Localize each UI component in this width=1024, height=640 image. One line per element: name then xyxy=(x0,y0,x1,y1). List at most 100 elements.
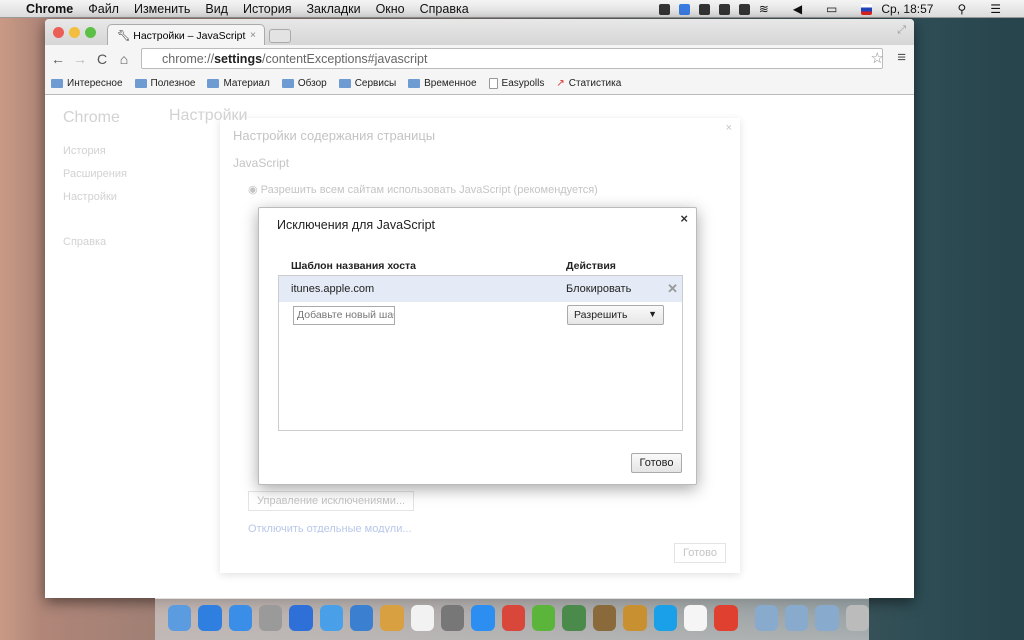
bookmark-folder[interactable]: Интересное xyxy=(51,78,123,89)
done-button[interactable]: Готово xyxy=(631,453,682,473)
radio-allow-js[interactable]: ◉ Разрешить всем сайтам использовать Jav… xyxy=(248,183,598,196)
host-pattern: itunes.apple.com xyxy=(291,283,375,295)
tab-title: Настройки – JavaScript xyxy=(133,30,246,42)
reload-button[interactable]: C xyxy=(93,51,111,67)
nav-history[interactable]: История xyxy=(63,145,106,157)
fullscreen-icon[interactable]: ⤢ xyxy=(897,24,906,37)
exceptions-list: itunes.apple.com Блокировать ✕ Добавьте … xyxy=(278,275,683,431)
dock-app-icon[interactable] xyxy=(532,605,556,631)
close-window-button[interactable] xyxy=(53,27,64,38)
row-action[interactable]: Блокировать xyxy=(566,283,631,295)
bookmark-link[interactable]: ↗ Статистика xyxy=(556,78,621,89)
dock-app-icon[interactable] xyxy=(228,605,253,631)
close-tab-icon[interactable]: × xyxy=(250,29,256,41)
address-bar[interactable]: chrome://settings/contentExceptions#java… xyxy=(141,48,883,69)
status-icon[interactable] xyxy=(738,3,750,15)
folder-icon xyxy=(207,79,220,88)
dock-app-icon[interactable] xyxy=(714,605,738,631)
dock-app-icon[interactable] xyxy=(623,605,647,631)
bookmark-folder[interactable]: Материал xyxy=(207,78,270,89)
dock-app-icon[interactable] xyxy=(653,605,677,631)
chrome-menu-icon[interactable]: ≡ xyxy=(897,49,906,66)
nav-help[interactable]: Справка xyxy=(63,236,106,248)
dock-app-icon[interactable] xyxy=(784,605,809,631)
new-action-select[interactable]: Разрешить ▼ xyxy=(567,305,664,325)
status-icon[interactable] xyxy=(658,3,670,15)
folder-icon xyxy=(51,79,63,88)
menu-help[interactable]: Справка xyxy=(420,2,469,16)
dialog-title: Исключения для JavaScript xyxy=(277,218,436,232)
bookmark-link[interactable]: Easypolls xyxy=(488,78,544,89)
url-host: settings xyxy=(214,52,263,66)
new-pattern-input[interactable]: Добавьте новый шаблон xyxy=(293,306,395,325)
dock-app-icon[interactable] xyxy=(754,605,778,631)
forward-button[interactable]: → xyxy=(71,51,89,67)
dock-app-icon[interactable] xyxy=(410,605,435,631)
page-icon xyxy=(488,78,498,89)
dock-app-icon[interactable] xyxy=(471,605,495,631)
url-path: /contentExceptions#javascript xyxy=(262,52,428,66)
close-icon[interactable]: × xyxy=(726,122,732,134)
settings-heading: Настройки xyxy=(169,107,248,124)
select-value: Разрешить xyxy=(574,309,628,321)
dock-app-icon[interactable] xyxy=(501,605,526,631)
folder-icon xyxy=(134,79,147,88)
dropbox-icon[interactable] xyxy=(718,3,730,15)
bookmarks-bar: Интересное Полезное Материал Обзор Серви… xyxy=(45,73,914,95)
bookmark-folder[interactable]: Временное xyxy=(408,78,477,89)
dock-app-icon[interactable] xyxy=(259,605,283,631)
menu-bookmarks[interactable]: Закладки xyxy=(306,2,360,16)
close-icon[interactable]: × xyxy=(680,211,688,226)
dock-app-icon[interactable] xyxy=(592,605,617,631)
bookmark-folder[interactable]: Полезное xyxy=(134,78,195,89)
dock-app-icon[interactable] xyxy=(319,605,344,631)
menu-view[interactable]: Вид xyxy=(205,2,228,16)
bookmark-folder[interactable]: Сервисы xyxy=(338,78,396,89)
zoom-window-button[interactable] xyxy=(85,27,96,38)
home-button[interactable]: ⌂ xyxy=(115,51,133,67)
notifications-icon[interactable]: ☰ xyxy=(990,2,1001,16)
bookmark-folder[interactable]: Обзор xyxy=(281,78,327,89)
dock xyxy=(155,598,869,640)
nav-settings[interactable]: Настройки xyxy=(63,191,117,203)
flag-ru-icon[interactable] xyxy=(861,3,873,15)
menu-window[interactable]: Окно xyxy=(376,2,405,16)
dock-app-icon[interactable] xyxy=(380,605,404,631)
delete-icon[interactable]: ✕ xyxy=(667,281,678,297)
dock-app-icon[interactable] xyxy=(562,605,586,631)
folder-icon xyxy=(338,79,351,88)
menu-app-chrome[interactable]: Chrome xyxy=(26,2,73,16)
tab-settings[interactable]: 🔧︎ Настройки – JavaScript × xyxy=(107,24,265,46)
menu-file[interactable]: Файл xyxy=(88,2,119,16)
dock-app-icon[interactable] xyxy=(441,605,465,631)
radio-label: Разрешить всем сайтам использовать JavaS… xyxy=(260,184,598,196)
menu-history[interactable]: История xyxy=(243,2,291,16)
dock-app-icon[interactable] xyxy=(845,605,869,631)
clock[interactable]: Ср, 18:57 xyxy=(881,2,933,16)
dock-app-icon[interactable] xyxy=(168,605,192,631)
folder-icon xyxy=(408,79,421,88)
volume-icon[interactable]: ◀ xyxy=(793,2,802,16)
menu-edit[interactable]: Изменить xyxy=(134,2,190,16)
spotlight-icon[interactable]: ⚲ xyxy=(957,2,966,16)
new-tab-button[interactable] xyxy=(269,29,291,43)
table-row[interactable]: itunes.apple.com Блокировать ✕ xyxy=(279,276,682,302)
url-prefix: chrome:// xyxy=(162,52,215,66)
bookmark-star-icon[interactable]: ☆ xyxy=(871,49,884,67)
dock-app-icon[interactable] xyxy=(350,605,374,631)
tab-strip: 🔧︎ Настройки – JavaScript × ⤢ xyxy=(45,19,914,46)
status-icon[interactable] xyxy=(678,3,690,15)
manage-exceptions-button[interactable]: Управление исключениями... xyxy=(248,491,415,511)
wifi-icon[interactable]: ≋ xyxy=(759,2,769,16)
dock-app-icon[interactable] xyxy=(683,605,708,631)
dock-app-icon[interactable] xyxy=(815,605,839,631)
status-icon[interactable] xyxy=(698,3,710,15)
disable-plugins-link[interactable]: Отключить отдельные модули... xyxy=(248,523,412,533)
nav-extensions[interactable]: Расширения xyxy=(63,168,127,180)
content-done-button[interactable]: Готово xyxy=(674,543,726,563)
back-button[interactable]: ← xyxy=(49,51,67,67)
dock-app-icon[interactable] xyxy=(198,605,222,631)
dock-app-icon[interactable] xyxy=(289,605,313,631)
battery-icon[interactable]: ▭ xyxy=(826,2,837,16)
minimize-window-button[interactable] xyxy=(69,27,80,38)
